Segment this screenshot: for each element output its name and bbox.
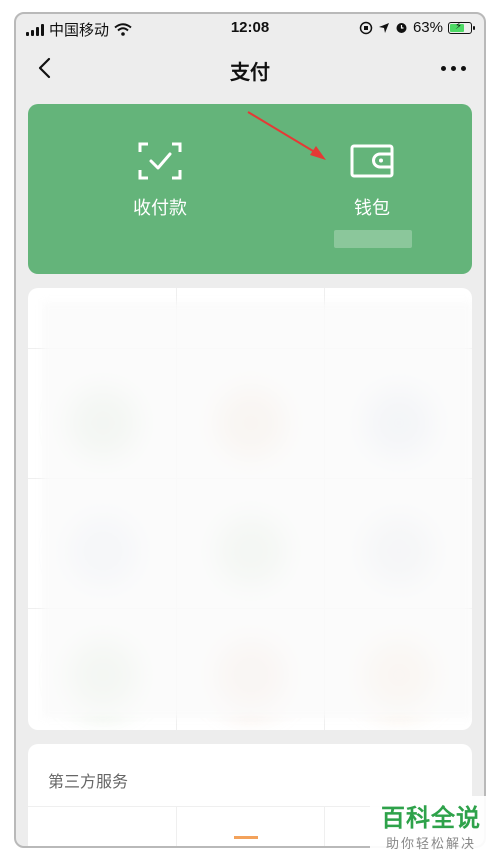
services-grid-blurred [28,288,472,730]
more-icon[interactable] [441,66,466,71]
status-bar: 中国移动 12:08 63% ⚡ [16,14,484,44]
battery-percent: 63% [412,19,443,36]
battery-icon: ⚡ [448,21,475,34]
scan-qr-icon [138,142,182,180]
annotation-arrow [247,111,326,160]
watermark-subtitle: 助你轻松解决 [385,836,476,851]
receive-pay-button[interactable]: 收付款 [80,142,240,220]
wallet-balance-blurred [334,230,412,248]
phone-frame: 中国移动 12:08 63% ⚡ 支付 收付款 钱包 第三方服务 [14,12,486,848]
nav-bar: 支付 [16,44,484,92]
service-icon-partial [234,836,258,839]
page-title: 支付 [230,62,270,84]
watermark: 百科全说 助你轻松解决 [370,796,492,852]
location-icon [378,22,389,33]
third-party-title: 第三方服务 [48,774,129,791]
rotation-lock-icon [359,21,373,34]
receive-pay-label: 收付款 [133,198,187,218]
watermark-title: 百科全说 [381,805,481,832]
wallet-icon [350,144,394,178]
alarm-icon [396,23,407,33]
wallet-label: 钱包 [354,198,390,218]
